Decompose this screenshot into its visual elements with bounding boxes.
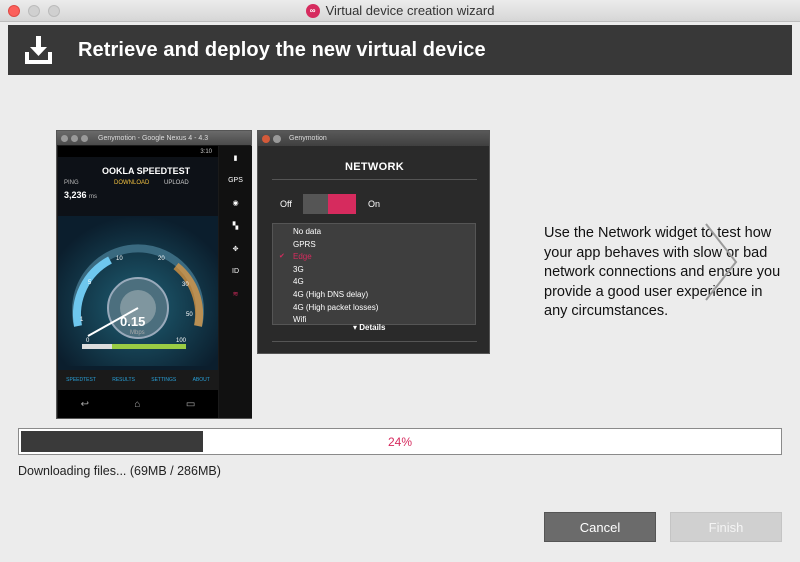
download-progress-bar: 24%	[18, 428, 782, 455]
network-option-4g-dns-delay[interactable]: 4G (High DNS delay)	[293, 289, 475, 302]
speedtest-tabbar: SPEEDTEST RESULTS SETTINGS ABOUT	[58, 370, 218, 390]
download-status-text: Downloading files... (69MB / 286MB)	[18, 464, 221, 478]
genymotion-logo-icon: ∞	[305, 3, 320, 18]
tab-settings[interactable]: SETTINGS	[151, 377, 176, 383]
phone-window-titlebar: Genymotion - Google Nexus 4 - 4.3	[57, 131, 251, 145]
window-title: Virtual device creation wizard	[325, 3, 495, 18]
speedtest-app-name: OOKLA SPEEDTEST	[102, 166, 191, 176]
network-heading: NETWORK	[345, 161, 404, 173]
progress-percent-label: 24%	[387, 434, 413, 449]
home-icon[interactable]: ⌂	[134, 399, 140, 410]
gauge-tick-10: 10	[116, 256, 123, 262]
details-toggle[interactable]: ▾ Details	[353, 323, 385, 332]
window-titlebar: ∞ Virtual device creation wizard	[0, 0, 800, 22]
gauge-tick-50: 50	[186, 312, 193, 318]
android-nav-bar: ↩ ⌂ ▭	[58, 390, 218, 418]
network-option-3g[interactable]: 3G	[293, 264, 475, 277]
gauge-tick-30: 30	[182, 282, 189, 288]
speed-unit: Mbps	[130, 330, 145, 336]
network-option-no-data[interactable]: No data	[293, 226, 475, 239]
window-controls	[8, 5, 60, 17]
wizard-step-title: Retrieve and deploy the new virtual devi…	[78, 38, 486, 61]
phone-screen: 3:10 OOKLA SPEEDTEST PING 3,236 ms DOWNL…	[58, 146, 218, 418]
phone-status-bar: 3:10	[58, 146, 218, 157]
network-option-edge[interactable]: Edge	[279, 251, 475, 264]
ping-label: PING	[64, 180, 79, 186]
phone-window-controls	[61, 134, 88, 142]
download-label: DOWNLOAD	[114, 180, 150, 186]
window-title-group: ∞ Virtual device creation wizard	[305, 3, 495, 18]
gauge-tick-20: 20	[158, 256, 165, 262]
media-icon[interactable]: ▚	[233, 222, 238, 230]
download-icon	[25, 36, 52, 64]
network-profile-list: No data GPRS Edge 3G 4G 4G (High DNS del…	[272, 223, 476, 325]
camera-icon[interactable]: ◉	[232, 199, 238, 207]
phone-emulator-window: Genymotion - Google Nexus 4 - 4.3 3:10 O…	[56, 130, 252, 419]
wizard-header: Retrieve and deploy the new virtual devi…	[8, 25, 792, 75]
upload-label: UPLOAD	[164, 180, 189, 186]
minimize-window-button[interactable]	[28, 5, 40, 17]
chevron-right-icon[interactable]	[704, 222, 740, 302]
gps-icon[interactable]: GPS	[228, 177, 243, 184]
tab-speedtest[interactable]: SPEEDTEST	[66, 377, 96, 383]
recent-apps-icon[interactable]: ▭	[186, 399, 195, 410]
move-icon[interactable]: ✥	[233, 245, 239, 253]
zoom-window-button[interactable]	[48, 5, 60, 17]
genymotion-widget-toolbar: ▮ GPS ◉ ▚ ✥ ID ≋	[219, 146, 252, 418]
network-icon[interactable]: ≋	[233, 290, 239, 298]
back-icon[interactable]: ↩	[81, 399, 89, 410]
speed-gauge: 0 1 5 10 20 30 50 100	[58, 216, 218, 366]
speed-readout: 0.15	[120, 314, 146, 329]
ping-value: 3,236 ms	[64, 190, 98, 200]
cancel-button[interactable]: Cancel	[544, 512, 656, 542]
network-on-label: On	[368, 199, 381, 209]
network-window-titlebar: Genymotion	[258, 131, 489, 146]
phone-status-time: 3:10	[200, 148, 212, 155]
network-widget-window: Genymotion NETWORK Off On No data GPRS E…	[257, 130, 490, 354]
close-window-button[interactable]	[8, 5, 20, 17]
battery-icon[interactable]: ▮	[234, 154, 238, 162]
network-off-label: Off	[280, 199, 292, 209]
tab-results[interactable]: RESULTS	[112, 377, 135, 383]
phone-window-title: Genymotion - Google Nexus 4 - 4.3	[98, 134, 209, 142]
feature-description: Use the Network widget to test how your …	[544, 225, 781, 319]
finish-button[interactable]: Finish	[670, 512, 782, 542]
toggle-knob[interactable]	[328, 194, 356, 214]
network-divider	[272, 179, 477, 180]
device-id-icon[interactable]: ID	[232, 268, 239, 275]
network-window-controls	[262, 134, 281, 143]
network-toggle[interactable]	[303, 194, 356, 214]
network-option-4g[interactable]: 4G	[293, 276, 475, 289]
gauge-tick-100: 100	[176, 338, 187, 344]
network-divider-bottom	[272, 341, 477, 342]
tab-about[interactable]: ABOUT	[193, 377, 210, 383]
network-option-4g-packet-loss[interactable]: 4G (High packet losses)	[293, 302, 475, 315]
network-option-gprs[interactable]: GPRS	[293, 239, 475, 252]
network-window-title: Genymotion	[289, 135, 327, 142]
